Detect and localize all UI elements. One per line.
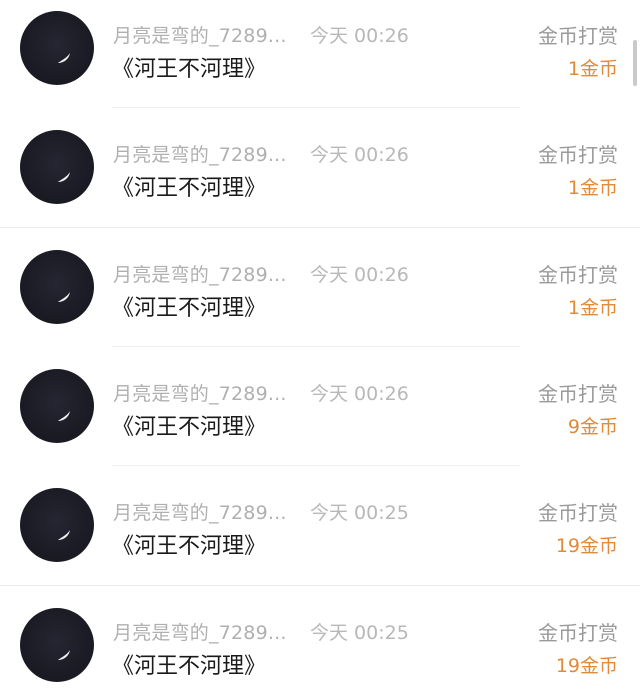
reward-type: 金币打赏 xyxy=(538,382,618,406)
reward-type: 金币打赏 xyxy=(538,263,618,287)
user-name[interactable]: 月亮是弯的_7289... xyxy=(113,379,287,406)
moon-avatar-icon xyxy=(58,53,70,63)
avatar[interactable] xyxy=(20,488,94,562)
reward-row[interactable]: 月亮是弯的_7289... 今天 00:26 《河王不河理》 金币打赏 1金币 xyxy=(0,119,640,238)
book-title[interactable]: 《河王不河理》 xyxy=(112,290,266,322)
avatar[interactable] xyxy=(20,11,94,85)
moon-avatar-icon xyxy=(58,650,70,660)
book-title[interactable]: 《河王不河理》 xyxy=(112,51,266,83)
book-title[interactable]: 《河王不河理》 xyxy=(112,648,266,680)
avatar[interactable] xyxy=(20,608,94,682)
moon-avatar-icon xyxy=(58,411,70,421)
reward-amount: 1金币 xyxy=(567,177,618,199)
timestamp: 今天 00:25 xyxy=(310,622,409,644)
reward-amount: 1金币 xyxy=(567,297,618,319)
avatar[interactable] xyxy=(20,369,94,443)
timestamp: 今天 00:25 xyxy=(310,502,409,524)
divider xyxy=(112,346,520,347)
divider xyxy=(0,585,640,586)
reward-amount: 19金币 xyxy=(555,535,618,557)
timestamp: 今天 00:26 xyxy=(310,383,409,405)
reward-row[interactable]: 月亮是弯的_7289... 今天 00:26 《河王不河理》 金币打赏 1金币 xyxy=(0,239,640,358)
reward-amount: 9金币 xyxy=(567,416,618,438)
reward-type: 金币打赏 xyxy=(538,143,618,167)
divider xyxy=(0,227,640,228)
timestamp: 今天 00:26 xyxy=(310,144,409,166)
user-name[interactable]: 月亮是弯的_7289... xyxy=(113,260,287,287)
reward-type: 金币打赏 xyxy=(538,24,618,48)
reward-row[interactable]: 月亮是弯的_7289... 今天 00:25 《河王不河理》 金币打赏 19金币 xyxy=(0,597,640,689)
user-name[interactable]: 月亮是弯的_7289... xyxy=(113,140,287,167)
moon-avatar-icon xyxy=(58,292,70,302)
moon-avatar-icon xyxy=(58,530,70,540)
book-title[interactable]: 《河王不河理》 xyxy=(112,528,266,560)
divider xyxy=(112,107,520,108)
user-name[interactable]: 月亮是弯的_7289... xyxy=(113,498,287,525)
reward-amount: 19金币 xyxy=(555,655,618,677)
scrollbar[interactable] xyxy=(633,40,637,86)
moon-avatar-icon xyxy=(58,172,70,182)
user-name[interactable]: 月亮是弯的_7289... xyxy=(113,21,287,48)
timestamp: 今天 00:26 xyxy=(310,264,409,286)
avatar[interactable] xyxy=(20,130,94,204)
reward-type: 金币打赏 xyxy=(538,501,618,525)
reward-row[interactable]: 月亮是弯的_7289... 今天 00:26 《河王不河理》 金币打赏 9金币 xyxy=(0,358,640,477)
user-name[interactable]: 月亮是弯的_7289... xyxy=(113,618,287,645)
book-title[interactable]: 《河王不河理》 xyxy=(112,409,266,441)
avatar[interactable] xyxy=(20,250,94,324)
reward-amount: 1金币 xyxy=(567,58,618,80)
divider xyxy=(112,465,520,466)
book-title[interactable]: 《河王不河理》 xyxy=(112,170,266,202)
reward-row[interactable]: 月亮是弯的_7289... 今天 00:25 《河王不河理》 金币打赏 19金币 xyxy=(0,477,640,596)
reward-row[interactable]: 月亮是弯的_7289... 今天 00:26 《河王不河理》 金币打赏 1金币 xyxy=(0,0,640,119)
reward-type: 金币打赏 xyxy=(538,621,618,645)
timestamp: 今天 00:26 xyxy=(310,25,409,47)
